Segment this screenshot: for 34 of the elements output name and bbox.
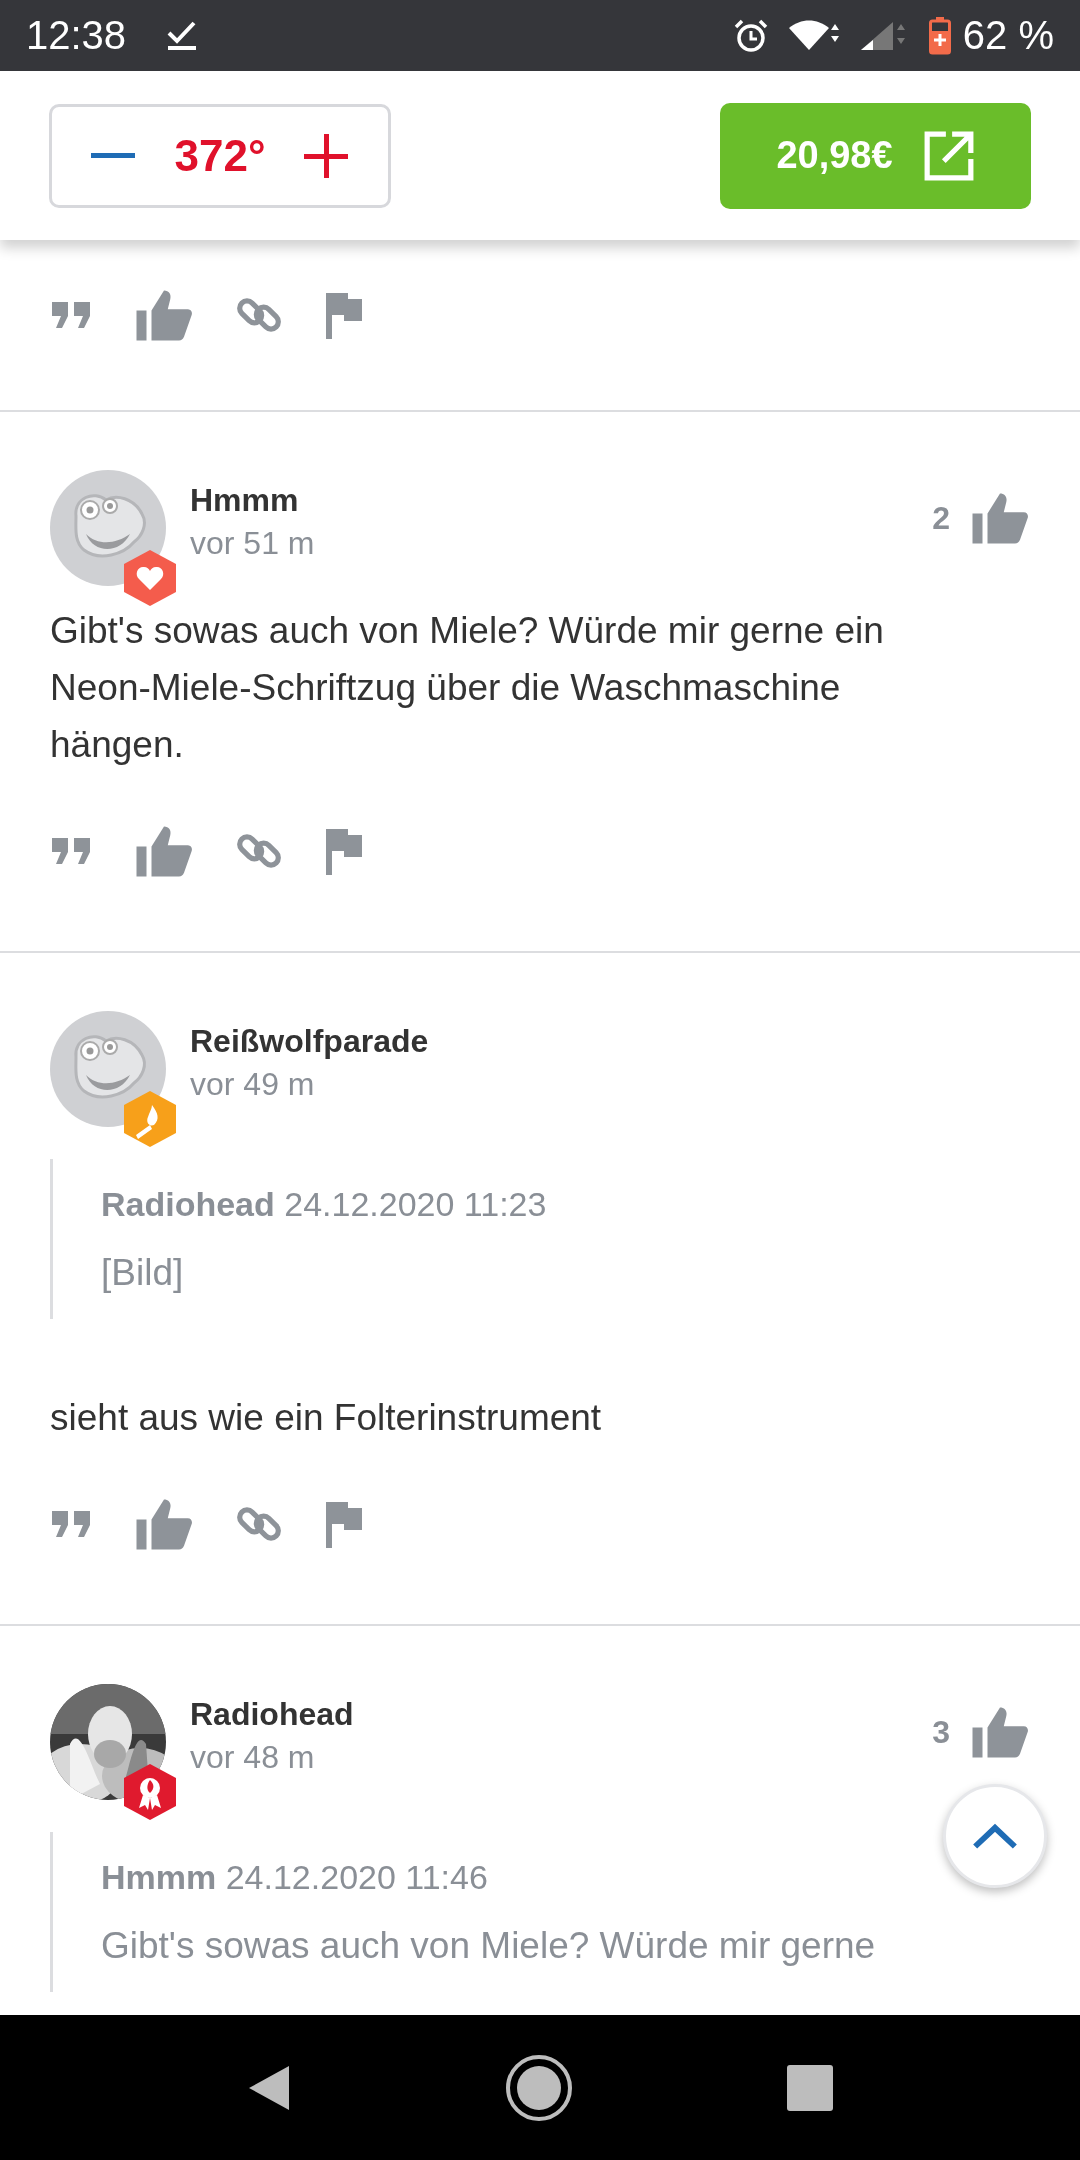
quote-text: Gibt's sowas auch von Miele? Würde mir gerne bbox=[101, 1924, 876, 1968]
username[interactable]: Hmmm bbox=[190, 482, 909, 519]
comment-time: vor 48 m bbox=[190, 1739, 316, 1776]
temperature: 372° bbox=[174, 130, 266, 181]
comment-time: vor 51 m bbox=[190, 525, 316, 562]
username[interactable]: Radiohead bbox=[190, 1696, 909, 1733]
minus-icon[interactable] bbox=[91, 151, 136, 160]
award-badge-icon bbox=[122, 1762, 178, 1822]
caret-up-icon bbox=[971, 1822, 1019, 1850]
external-link-icon bbox=[922, 129, 975, 182]
recent-apps-icon[interactable] bbox=[787, 2064, 834, 2111]
comment-time: vor 49 m bbox=[190, 1066, 316, 1103]
quote-header: Radiohead 24.12.2020 11:23 bbox=[101, 1184, 547, 1225]
comment-text: sieht aus wie ein Folterinstrument bbox=[50, 1396, 603, 1440]
quote-text: [Bild] bbox=[101, 1251, 184, 1295]
battery-percent: 62 % bbox=[962, 13, 1054, 58]
flag-icon[interactable] bbox=[324, 291, 364, 339]
scroll-to-top-button[interactable] bbox=[943, 1784, 1047, 1888]
flag-icon[interactable] bbox=[324, 827, 364, 875]
heart-badge-icon bbox=[122, 548, 178, 608]
like-count: 2 bbox=[932, 499, 950, 537]
home-icon[interactable] bbox=[504, 2052, 574, 2123]
flag-icon[interactable] bbox=[324, 1500, 364, 1548]
wifi-icon bbox=[788, 19, 839, 52]
plus-icon[interactable] bbox=[304, 133, 349, 178]
checkmark-icon bbox=[166, 20, 199, 51]
clock: 12:38 bbox=[26, 13, 127, 58]
comment-text: Gibt's sowas auch von Miele? Würde mir gerne ein Neon-Miele-Schriftzug über die Waschmaschine hängen. bbox=[50, 609, 885, 767]
flame-badge-icon bbox=[122, 1089, 178, 1149]
battery-icon bbox=[928, 16, 951, 55]
quote-header: Hmmm 24.12.2020 11:46 bbox=[101, 1857, 488, 1898]
alarm-icon bbox=[732, 17, 769, 54]
like-count: 3 bbox=[932, 1713, 950, 1751]
username[interactable]: Reißwolfparade bbox=[190, 1023, 1030, 1060]
